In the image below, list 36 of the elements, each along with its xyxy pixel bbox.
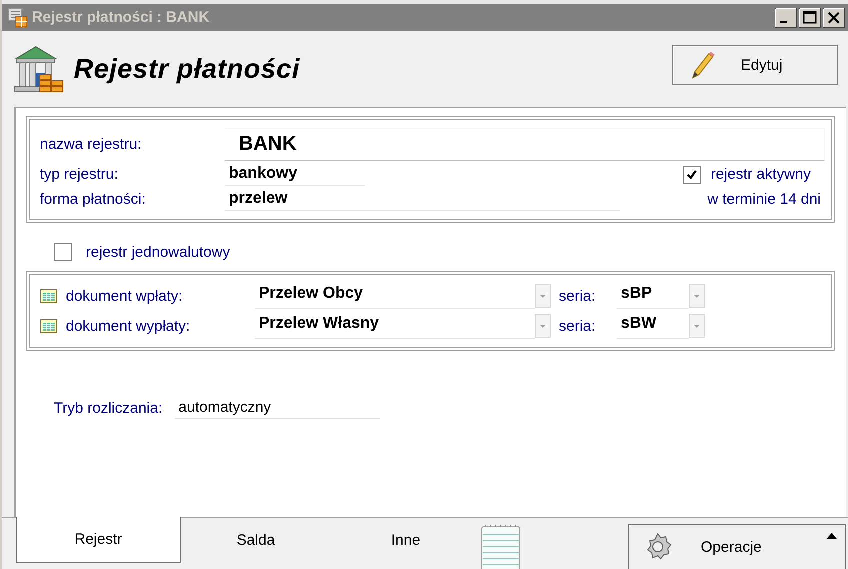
checkbox-label: rejestr jednowalutowy <box>86 244 230 260</box>
operations-button[interactable]: Operacje <box>628 524 846 569</box>
app-icon <box>8 8 28 28</box>
header-title: Rejestr płatności <box>74 54 302 84</box>
value-field: bankowy <box>225 163 365 186</box>
notepad-icon[interactable] <box>481 524 521 569</box>
checkbox[interactable] <box>54 243 72 261</box>
field-label: typ rejestru: <box>40 166 120 183</box>
field-label: seria: <box>559 288 597 304</box>
field-label: dokument wpłaty: <box>66 288 184 304</box>
window-title: Rejestr płatności : BANK <box>32 9 211 26</box>
value-field: przelew <box>225 188 620 211</box>
field-label: Tryb rozliczania: <box>54 400 163 416</box>
edit-button[interactable]: Edytuj <box>672 45 838 85</box>
tab[interactable]: Salda <box>181 517 331 563</box>
field-label: seria: <box>559 318 597 334</box>
tab[interactable]: Rejestr <box>16 517 181 563</box>
minimize-icon[interactable] <box>775 8 797 28</box>
document-icon <box>40 318 58 334</box>
tab[interactable]: Inne <box>331 517 481 563</box>
checkbox-label: rejestr aktywny <box>710 166 811 183</box>
field-label: forma płatności: <box>40 191 147 208</box>
field-label: dokument wypłaty: <box>66 318 192 334</box>
document-field[interactable]: Przelew Własny <box>255 313 535 339</box>
caret-icon <box>827 533 837 539</box>
value-field: automatyczny <box>174 397 380 419</box>
term-text: w terminie 14 dni <box>708 191 822 208</box>
document-icon <box>40 288 58 304</box>
document-field[interactable]: Przelew Obcy <box>255 283 535 309</box>
pencil-icon <box>689 50 715 80</box>
field-label: nazwa rejestru: <box>40 136 143 153</box>
name-field[interactable]: BANK <box>225 128 825 161</box>
maximize-icon[interactable] <box>799 8 821 28</box>
check-icon <box>684 168 699 182</box>
close-icon[interactable] <box>823 8 845 28</box>
checkbox[interactable] <box>682 166 701 184</box>
